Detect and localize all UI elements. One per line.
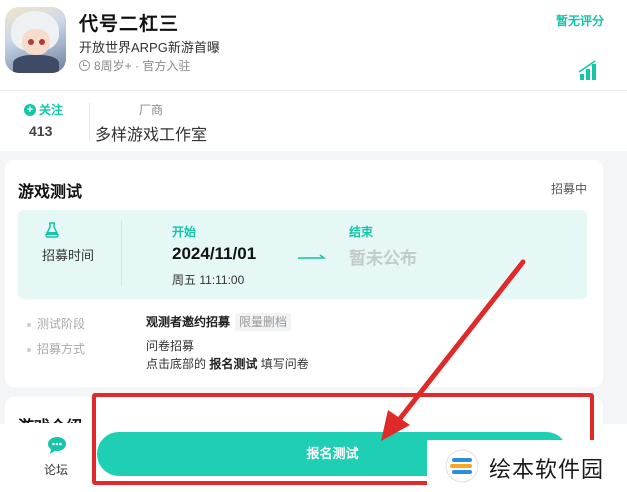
plus-icon: +	[24, 103, 36, 116]
watermark-logo-icon	[445, 449, 479, 483]
stage-tag: 限量删档	[235, 313, 292, 331]
game-slogan: 开放世界ARPG新游首曝	[79, 40, 220, 55]
rating-chart-icon	[578, 60, 596, 80]
box-divider	[121, 220, 122, 286]
site-watermark: 绘本软件园	[427, 440, 627, 492]
card-title: 游戏测试	[18, 184, 83, 201]
stage-value: 观测者邀约招募 限量删档	[146, 313, 292, 331]
stats-divider	[89, 103, 90, 141]
stage-label: 测试阶段	[27, 315, 85, 332]
start-label: 开始	[172, 225, 197, 239]
end-label: 结束	[349, 225, 374, 239]
game-header: 代号二杠三 开放世界ARPG新游首曝 8周岁+ · 官方入驻 暂无评分	[0, 0, 627, 90]
stats-row: + 关注 413 厂商 多样游戏工作室	[0, 90, 627, 151]
recruit-time-box: 招募时间 开始 2024/11/01 周五 11:11:00 结束 暂未公布	[18, 210, 587, 299]
card2-title: 游戏介绍	[18, 413, 82, 423]
recruit-time-label: 招募时间	[42, 248, 95, 263]
method-value: 问卷招募 点击底部的 报名测试 填写问卷	[146, 339, 309, 371]
follow-button[interactable]: + 关注	[24, 101, 63, 118]
age-check-icon	[79, 60, 90, 71]
forum-tab[interactable]: 论坛	[44, 461, 68, 478]
method-label: 招募方式	[27, 340, 85, 357]
follow-label: 关注	[39, 103, 64, 117]
recruit-status: 招募中	[550, 182, 587, 196]
beta-flask-icon	[45, 222, 59, 238]
end-value: 暂未公布	[349, 249, 417, 268]
vendor-label: 厂商	[139, 103, 164, 117]
vendor-name-link[interactable]: 多样游戏工作室	[95, 121, 207, 145]
arrow-right-icon	[298, 254, 326, 259]
game-title: 代号二杠三	[79, 14, 180, 35]
game-test-card: 游戏测试 招募中 招募时间 开始 2024/11/01 周五 11:11:00 …	[5, 160, 603, 387]
follow-count: 413	[29, 123, 53, 139]
age-and-official-text: 8周岁+ · 官方入驻	[94, 59, 191, 73]
watermark-text: 绘本软件园	[489, 457, 605, 482]
start-time: 周五 11:11:00	[172, 273, 245, 287]
start-date: 2024/11/01	[172, 244, 257, 263]
forum-chat-icon[interactable]	[47, 436, 69, 456]
game-meta: 8周岁+ · 官方入驻	[79, 57, 190, 74]
game-app-icon	[5, 7, 66, 73]
rating-status: 暂无评分	[556, 14, 605, 28]
